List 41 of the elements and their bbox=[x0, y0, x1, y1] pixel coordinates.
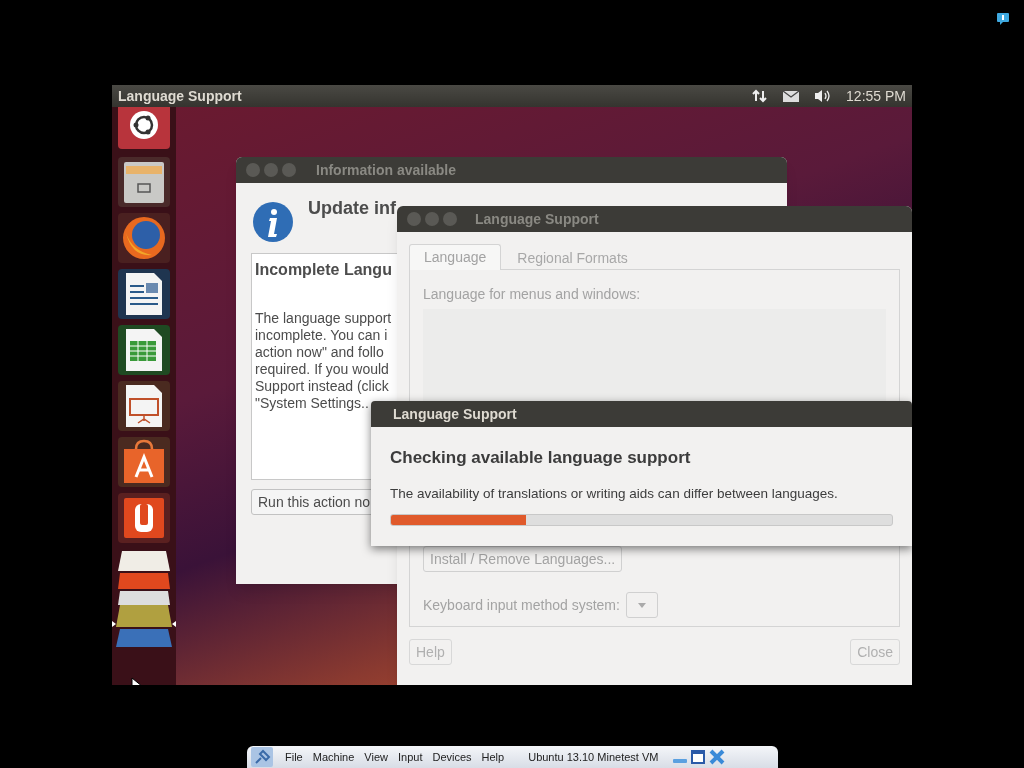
menu-item[interactable]: Input bbox=[397, 748, 423, 766]
menu-item[interactable]: Machine bbox=[312, 748, 355, 766]
caret-icon bbox=[637, 602, 646, 608]
clock[interactable]: 12:55 PM bbox=[846, 85, 906, 107]
panel-title: Language Support bbox=[118, 86, 243, 106]
window-title: Information available bbox=[316, 160, 457, 180]
app-tile-icon[interactable] bbox=[118, 493, 170, 543]
globe-icon[interactable] bbox=[118, 213, 170, 263]
menu-item[interactable]: View bbox=[364, 748, 388, 766]
menu-item[interactable]: Devices bbox=[432, 748, 472, 766]
speaker-icon[interactable] bbox=[814, 88, 833, 104]
message-line: incomplete. You can i bbox=[255, 327, 389, 344]
ubuntu-logo-icon[interactable] bbox=[118, 107, 170, 151]
presentation-icon[interactable] bbox=[118, 381, 170, 431]
shopping-bag-icon[interactable] bbox=[118, 437, 170, 487]
message-line: required. If you would bbox=[255, 361, 390, 378]
envelope-icon[interactable] bbox=[782, 89, 801, 103]
file-cabinet-icon[interactable] bbox=[118, 157, 170, 207]
vm-name: Ubuntu 13.10 Minetest VM bbox=[528, 749, 659, 765]
list-label: Language for menus and windows: bbox=[423, 285, 642, 304]
speech-bubble-icon[interactable] bbox=[996, 12, 1010, 26]
message-line: "System Settings.. bbox=[255, 395, 370, 412]
window-title: Language Support bbox=[393, 404, 517, 424]
menu-item[interactable]: Help bbox=[481, 748, 505, 766]
message-line: The language support bbox=[255, 310, 393, 327]
info-icon bbox=[252, 201, 294, 243]
dialog-heading: Checking available language support bbox=[390, 447, 692, 469]
dialog-heading: Update inf bbox=[308, 197, 396, 220]
menu-item[interactable]: File bbox=[285, 748, 303, 766]
pin-icon[interactable] bbox=[251, 747, 273, 767]
keyboard-input-label: Keyboard input method system: bbox=[423, 595, 620, 615]
message-line: Support instead (click bbox=[255, 378, 390, 395]
close-icon[interactable] bbox=[708, 748, 727, 766]
spreadsheet-icon[interactable] bbox=[118, 325, 170, 375]
window-title: Language Support bbox=[475, 209, 599, 229]
input-method-dropdown[interactable] bbox=[625, 592, 658, 618]
message-heading: Incomplete Langu bbox=[255, 260, 393, 280]
network-arrows-icon[interactable] bbox=[752, 88, 769, 104]
restore-icon[interactable] bbox=[690, 749, 707, 765]
document-icon[interactable] bbox=[118, 269, 170, 319]
message-line: action now" and follo bbox=[255, 344, 385, 361]
